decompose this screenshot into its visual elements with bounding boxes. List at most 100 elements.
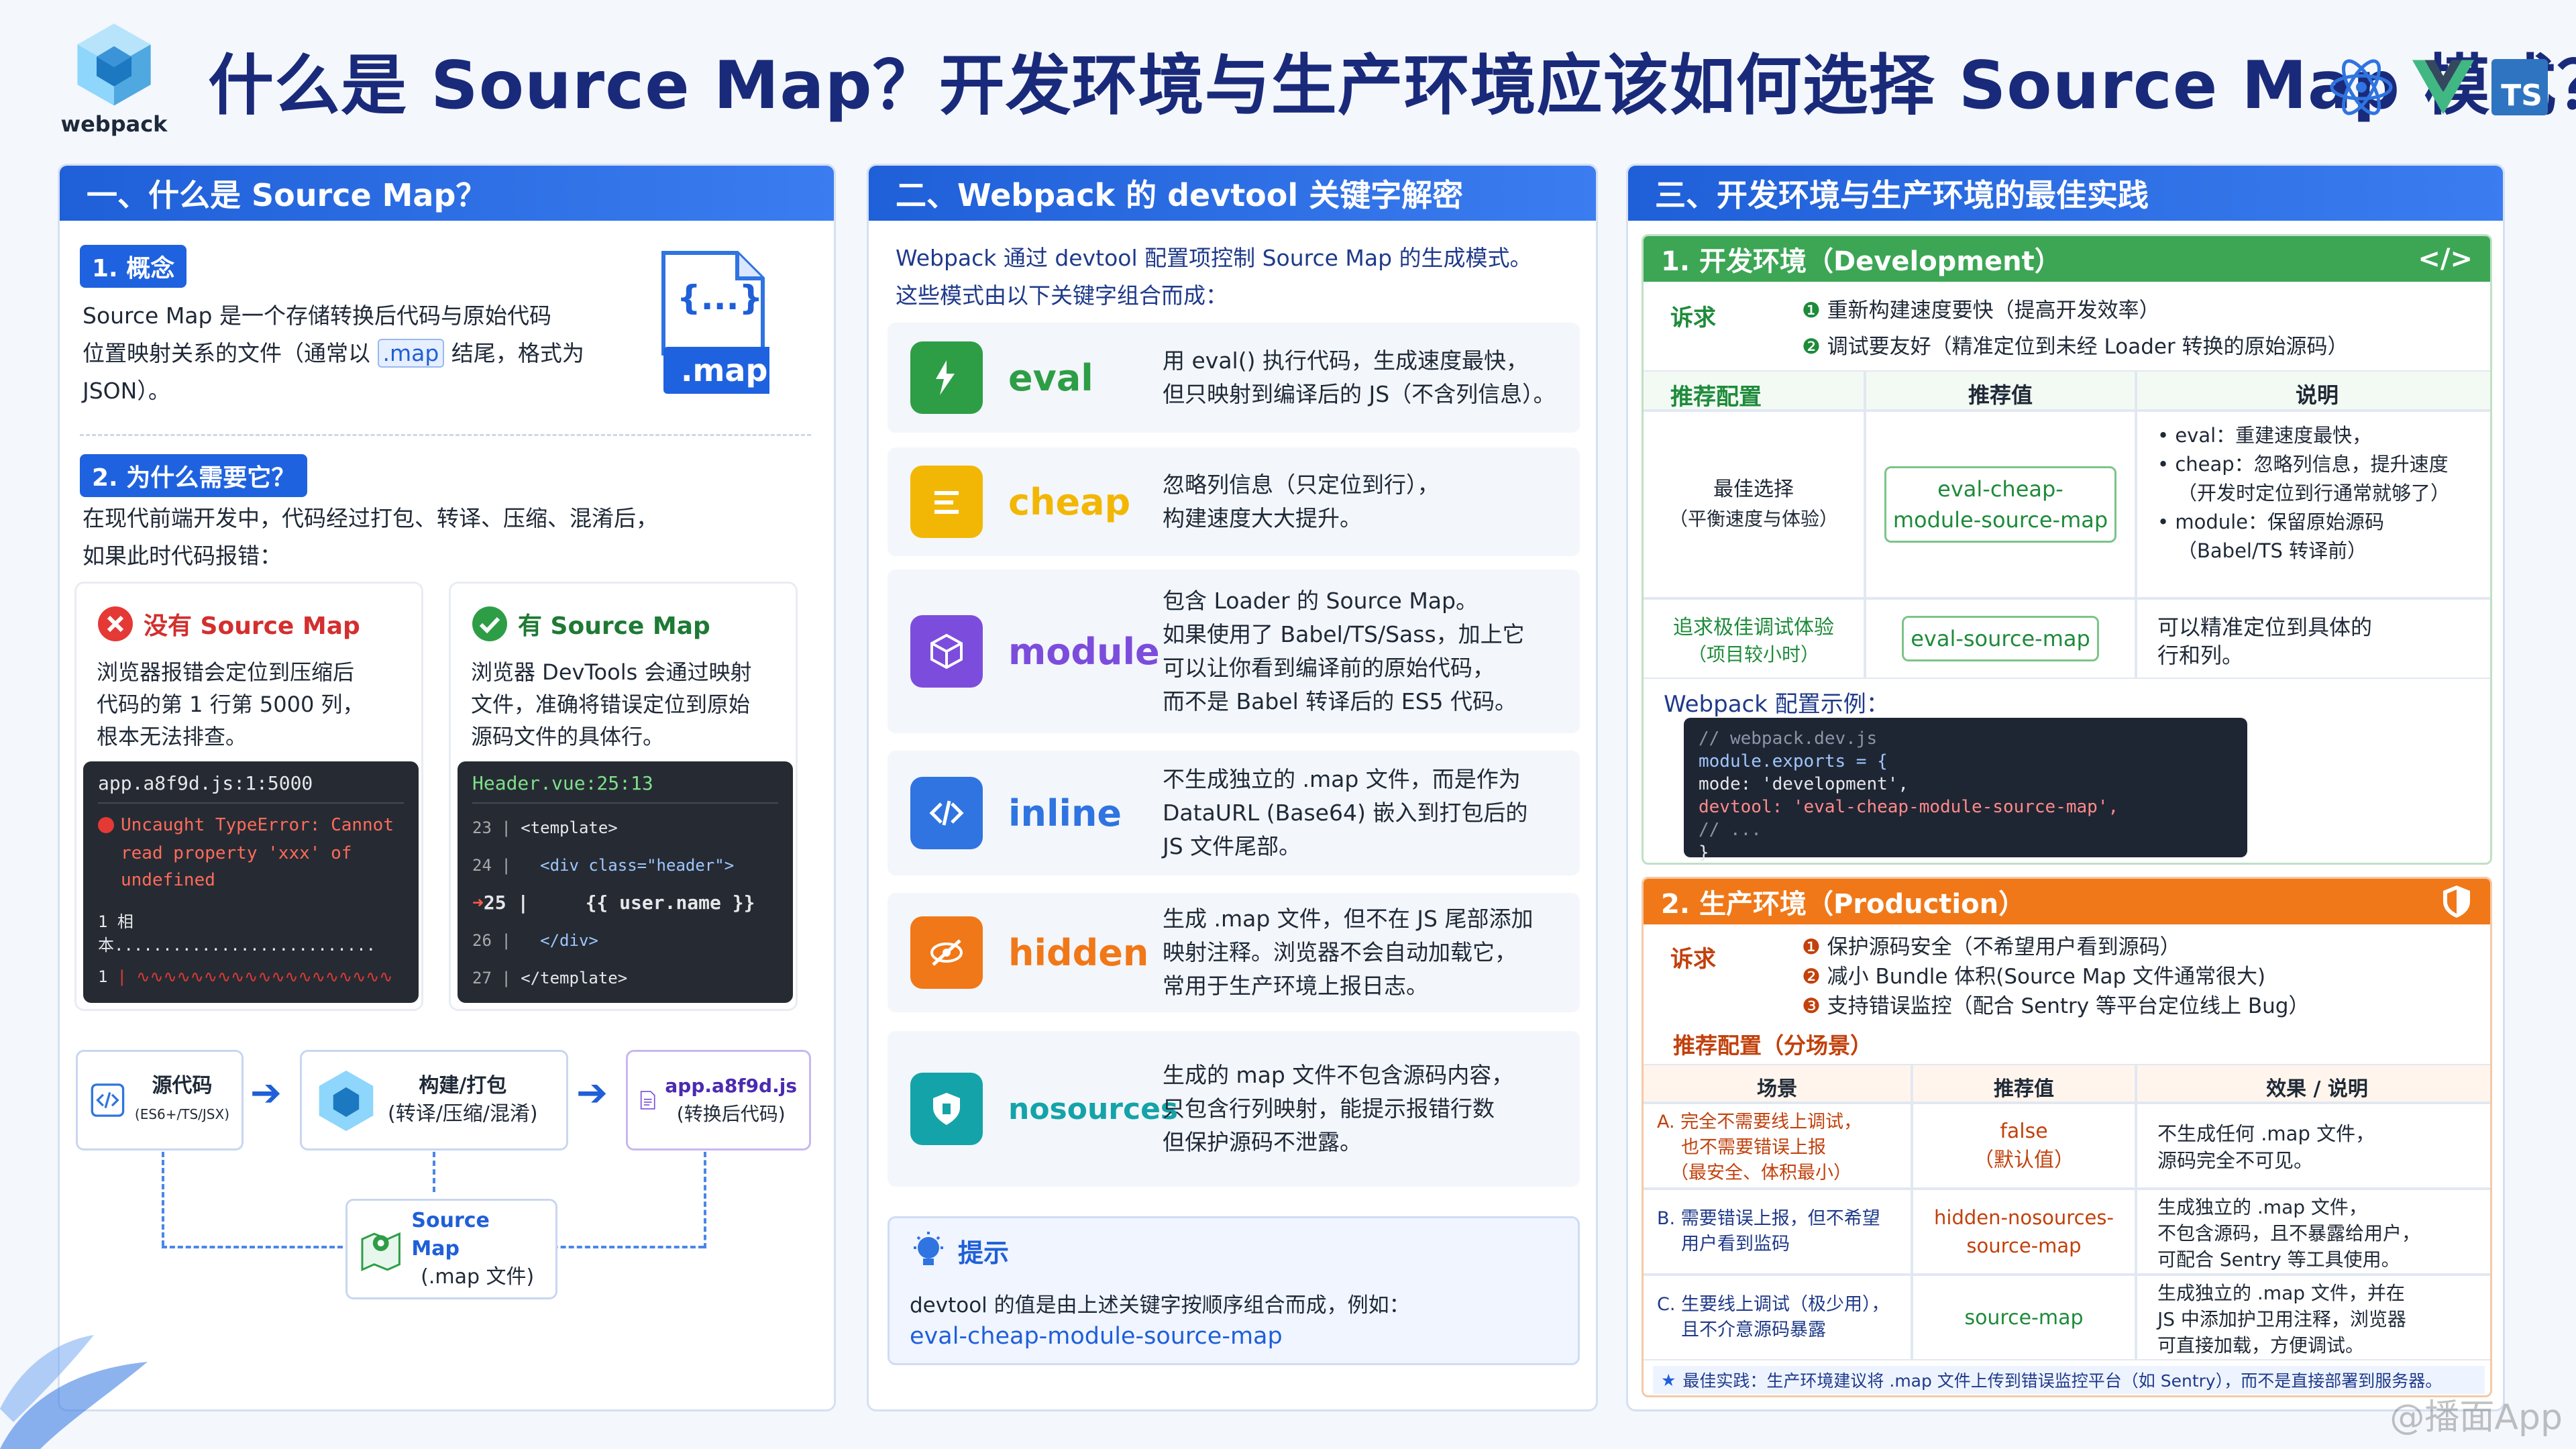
keyword-name: inline: [1008, 792, 1122, 835]
prod-demand-label: 诉求: [1670, 946, 1716, 973]
keyword-description: 不生成独立的 .map 文件，而是作为 DataURL (Base64) 嵌入到打…: [1163, 766, 1528, 859]
map-ext: .map: [681, 352, 768, 388]
dev-title: 1. 开发环境（Development）: [1661, 246, 2061, 277]
dev-row1-label: 最佳选择 （平衡速度与体验）: [1644, 411, 1865, 598]
flow-build: 构建/打包 (转译/压缩/混淆): [300, 1050, 568, 1150]
lightbulb-icon: [914, 1232, 943, 1265]
keyword-row-3: inline 不生成独立的 .map 文件，而是作为 DataURL (Base64…: [888, 751, 1580, 875]
dev-row2-notes: 可以精准定位到具体的 行和列。: [2136, 598, 2490, 679]
panel2-header: 二、Webpack 的 devtool 关键字解密: [869, 166, 1596, 221]
flow-source-code: 源代码 (ES6+/TS/JSX): [76, 1050, 244, 1150]
tip-title: 提示: [958, 1238, 1010, 1268]
flow-arrow-2: ➔: [576, 1071, 608, 1115]
dev-row2-value: eval-source-map: [1865, 598, 2136, 679]
error-line-1: Uncaught TypeError: Cannot: [121, 815, 394, 835]
code-icon: [910, 777, 983, 849]
flow-arrow-1: ➔: [250, 1071, 282, 1115]
flow-source-map: Source Map (.map 文件): [345, 1199, 557, 1299]
tech-icons: TS: [2328, 54, 2548, 121]
page-header: webpack 什么是 Source Map？开发环境与生产环境应该如何选择 S…: [0, 0, 2576, 154]
panel1-header: 一、什么是 Source Map？: [60, 166, 834, 221]
map-braces: {...}: [677, 278, 763, 317]
without-desc: 浏览器报错会定位到压缩后 代码的第 1 行第 5000 列， 根本无法排查。: [97, 659, 364, 749]
dev-example-title: Webpack 配置示例：: [1664, 691, 1889, 718]
panel-best-practice: 三、开发环境与生产环境的最佳实践 1. 开发环境（Development） </…: [1626, 164, 2505, 1411]
tip-box: 提示 devtool 的值是由上述关键字按顺序组合而成，例如： eval-che…: [888, 1216, 1580, 1365]
keyword-name: cheap: [1008, 480, 1131, 523]
panel3-header: 三、开发环境与生产环境的最佳实践: [1628, 166, 2503, 221]
with-title: 有 Source Map: [518, 612, 710, 640]
prod-title: 2. 生产环境（Production）: [1661, 889, 2026, 920]
eye-off-icon: [910, 916, 983, 989]
dev-demands: ❶ 重新构建速度要快（提高开发效率） ❷ 调试要友好（精准定位到未经 Loade…: [1802, 299, 2349, 359]
map-pin-icon: [361, 1232, 400, 1271]
code-file-name: app.a8f9d.js:1:5000: [98, 772, 313, 794]
keywords-intro: Webpack 通过 devtool 配置项控制 Source Map 的生成模…: [896, 245, 1532, 309]
prod-row-c-value: source-map: [1912, 1275, 2136, 1360]
prod-row-a-scene: A. 完全不需要线上调试， 也不需要错误上报 （最安全、体积最小）: [1644, 1103, 1912, 1189]
keyword-description: 生成的 map 文件不包含源码内容， 只包含行列映射，能提示报错行数 但保护源码不泄…: [1163, 1062, 1514, 1155]
lines-icon: [910, 466, 983, 538]
dev-row1-notes: • eval：重建速度最快， • cheap：忽略列信息，提升速度 （开发时定位…: [2136, 411, 2490, 598]
keyword-description: 包含 Loader 的 Source Map。 如果使用了 Babel/TS/Sa…: [1163, 588, 1525, 714]
original-code-view: Header.vue:25:13 23 | <template> 24 | <d…: [458, 761, 793, 1003]
keyword-row-0: eval 用 eval() 执行代码，生成速度最快， 但只映射到编译后的 JS（不含…: [888, 323, 1580, 433]
prod-sub-title: 推荐配置（分场景）: [1673, 1032, 1872, 1059]
dev-col-value: 推荐值: [1865, 370, 2136, 411]
decorative-leaves: [0, 1335, 148, 1449]
keyword-row-2: module 包含 Loader 的 Source Map。 如果使用了 Babel…: [888, 570, 1580, 733]
why-tag: 2. 为什么需要它？: [80, 454, 308, 497]
prod-row-c-scene: C. 生要线上调试（极少用）， 且不介意源码暴露: [1644, 1275, 1912, 1360]
flow-output: app.a8f9d.js (转换后代码): [626, 1050, 811, 1150]
concept-tag: 1. 概念: [80, 245, 187, 288]
keyword-row-5: nosources 生成的 map 文件不包含源码内容， 只包含行列映射，能提示报错…: [888, 1031, 1580, 1187]
keyword-description: 生成 .map 文件，但不在 JS 尾部添加 映射注释。浏览器不会自动加载它， 常用…: [1163, 906, 1534, 999]
without-title: 没有 Source Map: [144, 612, 360, 640]
keyword-name: hidden: [1008, 931, 1149, 974]
keyword-row-4: hidden 生成 .map 文件，但不在 JS 尾部添加 映射注释。浏览器不会自动…: [888, 893, 1580, 1012]
dev-config-code: // webpack.dev.js module.exports = { mod…: [1684, 718, 2247, 863]
prod-section: 2. 生产环境（Production） 诉求 ❶ 保护源码安全（不希望用户看到源…: [1642, 877, 2492, 1397]
prod-row-c-effect: 生成独立的 .map 文件，并在 JS 中添加护卫用注释，浏览器 可直接加载，方便调…: [2136, 1275, 2490, 1360]
prod-row-a-value: false （默认值）: [1912, 1103, 2136, 1189]
prod-row-a-effect: 不生成任何 .map 文件， 源码完全不可见。: [2136, 1103, 2490, 1189]
watermark: @播面App: [2390, 1397, 2563, 1438]
keyword-row-1: cheap 忽略列信息（只定位到行）， 构建速度大大提升。: [888, 447, 1580, 556]
prod-row-b-scene: B. 需要错误上报，但不希望 用户看到监码: [1644, 1189, 1912, 1275]
keyword-description: 忽略列信息（只定位到行）， 构建速度大大提升。: [1163, 472, 1440, 531]
prod-demands: ❶ 保护源码安全（不希望用户看到源码） ❷ 减小 Bundle 体积(Sourc…: [1802, 935, 2310, 1018]
prod-row-b-value: hidden-nosources-source-map: [1912, 1189, 2136, 1275]
tip-text: devtool 的值是由上述关键字按顺序组合而成，例如：: [910, 1293, 1410, 1318]
page-title: 什么是 Source Map？开发环境与生产环境应该如何选择 Source Ma…: [208, 48, 2576, 124]
divider: [80, 434, 811, 436]
webpack-cube-icon: [77, 23, 151, 106]
dev-row1-value: eval-cheap-module-source-map: [1865, 411, 2136, 598]
concept-text: Source Map 是一个存储转换后代码与原始代码 位置映射关系的文件（通常以…: [83, 303, 584, 404]
bolt-icon: [910, 341, 983, 414]
with-source-map-card: 有 Source Map 浏览器 DevTools 会通过映射 文件，准确将错误定…: [449, 582, 798, 1011]
dev-col-notes: 说明: [2136, 370, 2490, 411]
logo-text: webpack: [60, 111, 168, 137]
error-line-2: read property 'xxx' of undefined: [121, 843, 352, 890]
keyword-name: nosources: [1008, 1091, 1179, 1126]
keyword-name: module: [1008, 630, 1160, 673]
js-file-icon: [640, 1091, 655, 1110]
prod-footer: ★ 最佳实践：生产环境建议将 .map 文件上传到错误监控平台（如 Sentry…: [1653, 1366, 2485, 1394]
check-icon: [472, 606, 507, 641]
ts-icon: TS: [2491, 59, 2548, 115]
why-text: 在现代前端开发中，代码经过打包、转译、压缩、混淆后， 如果此时代码报错：: [83, 505, 658, 569]
tip-example: eval-cheap-module-source-map: [910, 1323, 1283, 1350]
code-file-icon: [91, 1083, 125, 1117]
prod-col-scene: 场景: [1644, 1064, 1912, 1103]
shield-icon: [910, 1073, 983, 1145]
vue-icon: [2412, 60, 2474, 115]
map-chip: .map: [377, 339, 445, 368]
code-icon: </>: [2418, 244, 2473, 274]
keyword-name: eval: [1008, 356, 1093, 399]
prod-col-effect: 效果 / 说明: [2136, 1064, 2490, 1103]
shield-icon: [2443, 885, 2470, 918]
webpack-logo: webpack: [47, 20, 181, 141]
minified-code-view: app.a8f9d.js:1:5000 Uncaught TypeError: …: [83, 761, 419, 1003]
dev-demand-label: 诉求: [1670, 305, 1716, 331]
webpack-cube-icon: [319, 1070, 374, 1132]
